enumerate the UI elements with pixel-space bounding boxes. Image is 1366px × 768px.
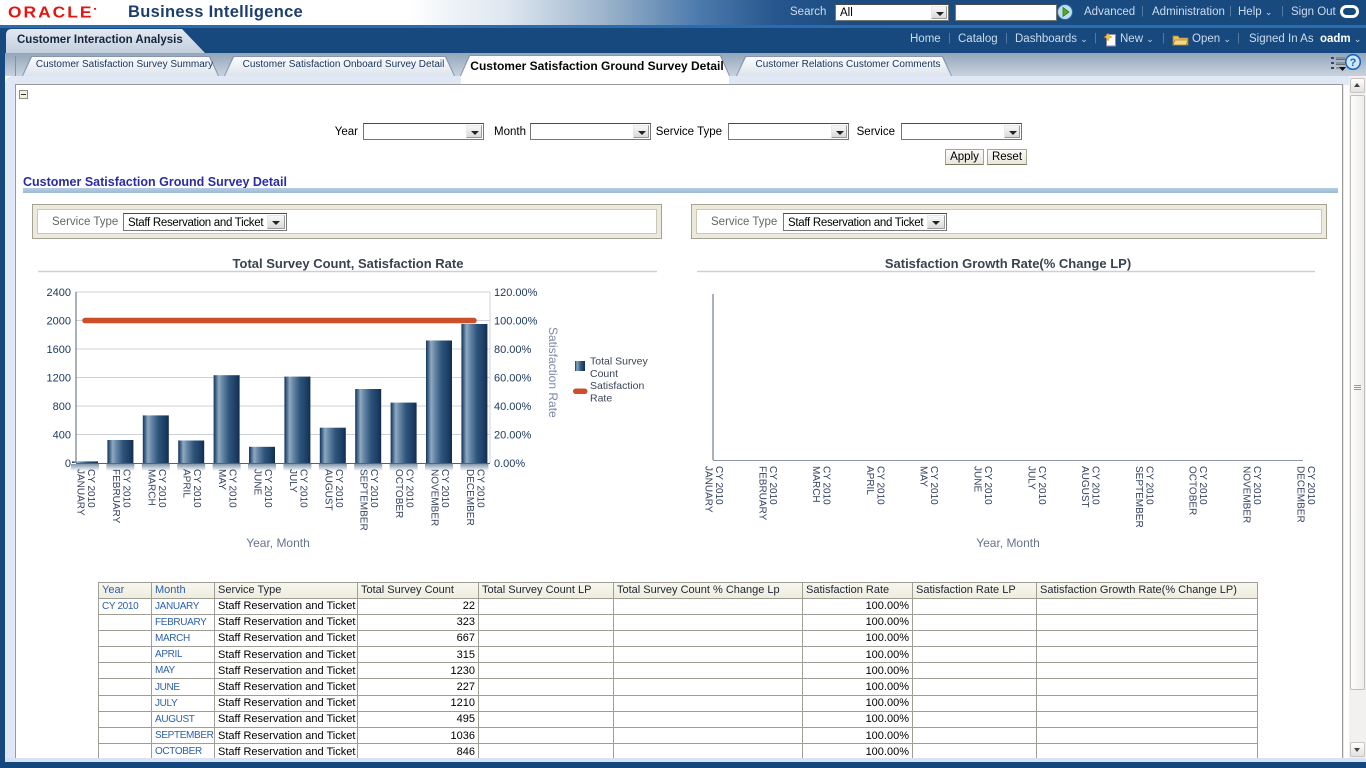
svg-text:CY 2010DECEMBER: CY 2010DECEMBER xyxy=(1294,466,1316,523)
svg-text:2000: 2000 xyxy=(47,316,71,328)
svg-text:CY 2010NOVEMBER: CY 2010NOVEMBER xyxy=(1241,466,1263,523)
svg-text:0.00%: 0.00% xyxy=(494,458,525,470)
svg-text:CY 2010JULY: CY 2010JULY xyxy=(287,469,309,508)
svg-text:40.00%: 40.00% xyxy=(494,401,532,413)
svg-text:400: 400 xyxy=(53,430,71,442)
svg-text:CY 2010AUGUST: CY 2010AUGUST xyxy=(322,469,344,511)
svg-text:CY 2010JUNE: CY 2010JUNE xyxy=(972,466,994,505)
svg-text:CY 2010FEBRUARY: CY 2010FEBRUARY xyxy=(110,469,131,524)
svg-text:0: 0 xyxy=(65,458,71,470)
svg-text:CY 2010AUGUST: CY 2010AUGUST xyxy=(1079,466,1101,508)
svg-text:CY 2010OCTOBER: CY 2010OCTOBER xyxy=(1187,466,1209,515)
svg-text:CY 2010DECEMBER: CY 2010DECEMBER xyxy=(464,469,486,526)
svg-text:CY 2010FEBRUARY: CY 2010FEBRUARY xyxy=(756,466,778,521)
svg-text:CY 2010APRIL: CY 2010APRIL xyxy=(864,466,886,505)
svg-text:CY 2010MAY: CY 2010MAY xyxy=(216,469,238,508)
svg-text:CY 2010MARCH: CY 2010MARCH xyxy=(145,469,167,508)
svg-text:CY 2010APRIL: CY 2010APRIL xyxy=(181,469,203,508)
svg-text:CY 2010JULY: CY 2010JULY xyxy=(1025,466,1047,505)
svg-text:Total Survey: Total Survey xyxy=(590,356,649,368)
svg-text:Year, Month: Year, Month xyxy=(246,536,310,550)
svg-text:Satisfaction Growth Rate(% Cha: Satisfaction Growth Rate(% Change LP) xyxy=(885,256,1131,271)
svg-text:1600: 1600 xyxy=(47,344,71,356)
svg-text:CY 2010MARCH: CY 2010MARCH xyxy=(810,466,832,505)
svg-text:CY 2010SEPTEMBER: CY 2010SEPTEMBER xyxy=(1133,466,1155,528)
svg-text:Rate: Rate xyxy=(590,393,612,405)
svg-text:Count: Count xyxy=(590,368,618,380)
svg-text:CY 2010OCTOBER: CY 2010OCTOBER xyxy=(393,469,415,518)
svg-text:CY 2010JUNE: CY 2010JUNE xyxy=(252,469,274,508)
svg-text:CY 2010JANUARY: CY 2010JANUARY xyxy=(703,466,725,513)
svg-text:CY 2010JANUARY: CY 2010JANUARY xyxy=(75,469,97,516)
svg-text:1200: 1200 xyxy=(47,373,71,385)
svg-text:100.00%: 100.00% xyxy=(494,316,538,328)
svg-text:800: 800 xyxy=(53,401,71,413)
svg-text:Total Survey Count, Satisfacti: Total Survey Count, Satisfaction Rate xyxy=(233,256,464,271)
svg-text:20.00%: 20.00% xyxy=(494,430,532,442)
svg-text:CY 2010MAY: CY 2010MAY xyxy=(918,466,940,505)
svg-text:CY 2010SEPTEMBER: CY 2010SEPTEMBER xyxy=(358,469,380,531)
svg-text:80.00%: 80.00% xyxy=(494,344,532,356)
svg-text:Satisfaction Rate: Satisfaction Rate xyxy=(546,327,560,418)
svg-text:120.00%: 120.00% xyxy=(494,287,538,299)
svg-text:CY 2010NOVEMBER: CY 2010NOVEMBER xyxy=(429,469,451,526)
svg-text:60.00%: 60.00% xyxy=(494,373,532,385)
svg-text:Year, Month: Year, Month xyxy=(976,536,1040,550)
svg-text:2400: 2400 xyxy=(47,287,71,299)
svg-text:Satisfaction: Satisfaction xyxy=(590,380,644,392)
svg-text:?: ? xyxy=(1350,57,1357,69)
